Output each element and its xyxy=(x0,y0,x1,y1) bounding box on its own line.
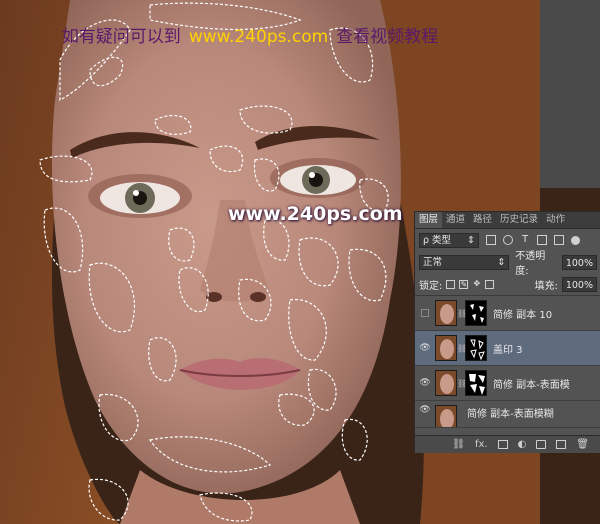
layers-bottom-bar: ⛓ fx. ◐ 🗑 xyxy=(415,435,600,453)
text-filter-icon[interactable]: T xyxy=(520,235,530,245)
layer-thumbnail xyxy=(435,370,457,396)
layer-row-selected[interactable]: 👁 ⛓ 盖印 3 xyxy=(415,331,600,366)
image-filter-icon[interactable] xyxy=(486,235,496,245)
adjustment-layer-icon[interactable]: ◐ xyxy=(518,439,527,450)
chain-link-icon[interactable]: ⛓ xyxy=(457,344,467,353)
tab-layers[interactable]: 图层 xyxy=(415,212,443,228)
new-layer-icon[interactable] xyxy=(556,440,567,449)
delete-layer-icon[interactable]: 🗑 xyxy=(576,439,589,450)
mask-pattern-icon xyxy=(466,301,486,325)
eye-icon[interactable]: 👁 xyxy=(415,405,435,415)
blend-mode-row: 正常 ⇕ 不透明度: 100% xyxy=(415,251,600,277)
eye-icon[interactable]: 👁 xyxy=(415,343,435,353)
add-mask-icon[interactable] xyxy=(497,440,508,449)
layer-row[interactable]: 👁 ⛓ 简修 副本-表面模 xyxy=(415,366,600,401)
lock-transparency-icon[interactable] xyxy=(446,279,456,289)
opacity-input[interactable]: 100% xyxy=(561,254,597,270)
select-arrow-icon: ⇕ xyxy=(467,234,475,246)
adjustment-filter-icon[interactable] xyxy=(503,235,513,245)
watermark-url: www.240ps.com xyxy=(188,27,329,47)
layers-panel[interactable]: 图层 通道 路径 历史记录 动作 ρ 类型 ⇕ T 正常 ⇕ 不透明度: 100… xyxy=(414,211,600,453)
tab-history[interactable]: 历史记录 xyxy=(496,212,542,228)
watermark-suffix: 查看视频教程 xyxy=(336,27,439,47)
smart-object-filter-icon[interactable] xyxy=(554,235,564,245)
layer-name: 简修 副本-表面模糊 xyxy=(467,409,554,420)
opacity-label: 不透明度: xyxy=(515,251,546,277)
lock-position-icon[interactable]: ✥ xyxy=(472,279,481,289)
watermark-top: 如有疑问可以到 www.240ps.com 查看视频教程 xyxy=(0,22,500,47)
tab-actions[interactable]: 动作 xyxy=(542,212,569,228)
layer-row[interactable]: 👁 简修 副本-表面模糊 xyxy=(415,401,600,428)
fill-label: 填充: xyxy=(534,280,558,292)
lock-row: 锁定: ✎ ✥ 填充: 100% xyxy=(415,273,600,296)
visibility-toggle-off[interactable] xyxy=(421,309,429,317)
lock-pixels-icon[interactable]: ✎ xyxy=(459,279,469,289)
blend-mode-select[interactable]: 正常 ⇕ xyxy=(419,254,510,270)
portrait-thumbnail-icon xyxy=(436,336,456,360)
layer-mask-thumbnail[interactable] xyxy=(465,335,487,361)
layer-mask-thumbnail[interactable] xyxy=(465,370,487,396)
filter-kind-label: ρ 类型 xyxy=(423,234,452,246)
tab-channels[interactable]: 通道 xyxy=(442,212,469,228)
layer-mask-thumbnail[interactable] xyxy=(465,300,487,326)
portrait-thumbnail-icon xyxy=(436,406,456,427)
shape-filter-icon[interactable] xyxy=(537,235,547,245)
link-layers-icon[interactable]: ⛓ xyxy=(452,439,465,450)
fx-icon[interactable]: fx. xyxy=(475,439,488,450)
watermark-center-url: www.240ps.com xyxy=(228,203,403,225)
layer-name: 简修 副本-表面模 xyxy=(493,379,570,391)
filter-kind-select[interactable]: ρ 类型 ⇕ xyxy=(419,232,479,248)
eye-icon[interactable]: 👁 xyxy=(415,378,435,388)
panel-tabs: 图层 通道 路径 历史记录 动作 xyxy=(415,212,600,229)
layer-name: 盖印 3 xyxy=(493,344,523,356)
layer-thumbnail xyxy=(435,335,457,361)
portrait-thumbnail-icon xyxy=(436,371,456,395)
filter-row: ρ 类型 ⇕ T xyxy=(415,229,600,251)
new-group-icon[interactable] xyxy=(536,440,547,449)
portrait-thumbnail-icon xyxy=(436,301,456,325)
layer-name: 简修 副本 10 xyxy=(493,309,553,321)
mask-pattern-icon xyxy=(466,371,486,395)
lock-label: 锁定: xyxy=(419,280,443,292)
filter-toggle[interactable] xyxy=(571,235,580,245)
layer-row[interactable]: ⛓ 简修 副本 10 xyxy=(415,296,600,331)
select-arrow-icon: ⇕ xyxy=(497,256,506,268)
tab-paths[interactable]: 路径 xyxy=(469,212,496,228)
layer-thumbnail xyxy=(435,300,457,326)
fill-input[interactable]: 100% xyxy=(561,276,597,292)
chain-link-icon[interactable]: ⛓ xyxy=(457,379,467,388)
mask-pattern-icon xyxy=(466,336,486,360)
layer-thumbnail xyxy=(435,405,457,427)
lock-all-icon[interactable] xyxy=(485,279,495,289)
blend-mode-value: 正常 xyxy=(423,256,443,268)
workspace-background xyxy=(540,0,600,188)
chain-link-icon[interactable]: ⛓ xyxy=(457,309,467,318)
watermark-prefix: 如有疑问可以到 xyxy=(61,27,181,47)
